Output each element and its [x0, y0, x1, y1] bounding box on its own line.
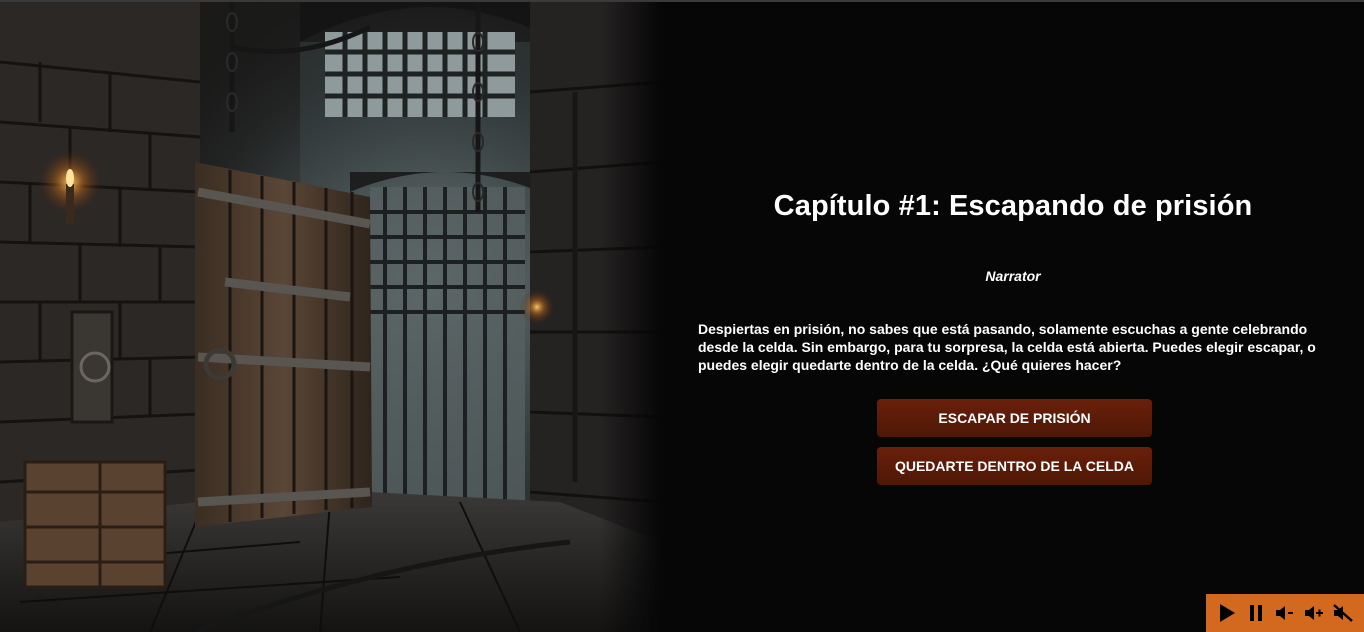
choice-stay-button[interactable]: QUEDARTE DENTRO DE LA CELDA [877, 447, 1152, 485]
chapter-title: Capítulo #1: Escapando de prisión [773, 190, 1253, 222]
game-screen: Capítulo #1: Escapando de prisión Narrat… [0, 0, 1364, 632]
audio-controls [1206, 594, 1364, 632]
volume-up-icon[interactable] [1303, 602, 1325, 624]
choice-escape-button[interactable]: ESCAPAR DE PRISIÓN [877, 399, 1152, 437]
mute-icon[interactable] [1332, 602, 1354, 624]
narration-text: Despiertas en prisión, no sabes que está… [698, 321, 1316, 373]
story-panel: Capítulo #1: Escapando de prisión Narrat… [662, 2, 1364, 632]
pause-icon[interactable] [1245, 602, 1267, 624]
volume-down-icon[interactable] [1274, 602, 1296, 624]
prison-cell-illustration [0, 2, 662, 632]
speaker-name: Narrator [985, 268, 1041, 284]
play-icon[interactable] [1216, 602, 1238, 624]
